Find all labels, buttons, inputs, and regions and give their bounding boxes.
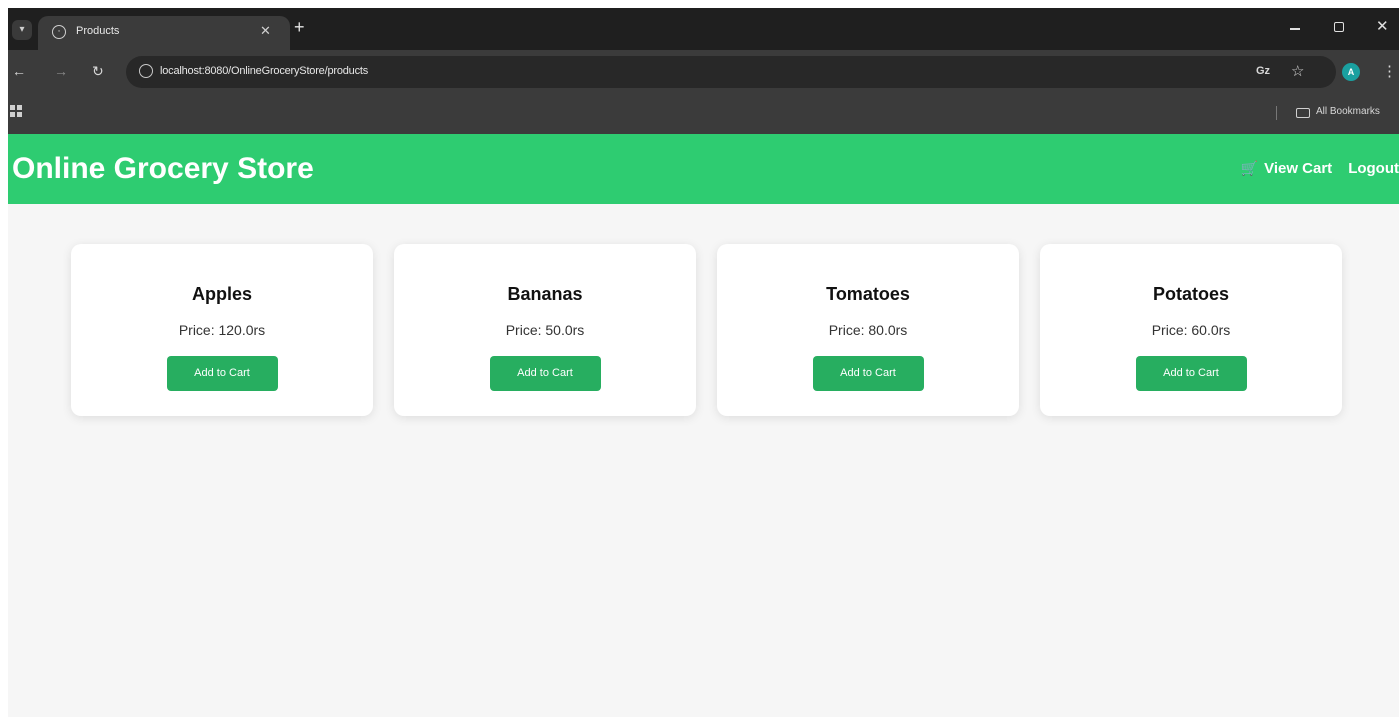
bookmarks-divider: [1276, 106, 1277, 120]
add-to-cart-button[interactable]: Add to Cart: [166, 356, 278, 391]
product-card-apples: Apples Price: 120.0rs Add to Cart: [71, 244, 373, 416]
all-bookmarks-link[interactable]: All Bookmarks: [1316, 106, 1380, 117]
forward-icon[interactable]: →: [54, 63, 68, 79]
translate-icon[interactable]: Gz: [1256, 65, 1270, 77]
screen: ▾ ◦ Products ✕ + ✕ ← → ↻ localhost:8080/…: [8, 8, 1399, 717]
folder-icon: [1296, 108, 1310, 118]
product-card-bananas: Bananas Price: 50.0rs Add to Cart: [394, 244, 696, 416]
back-icon[interactable]: ←: [12, 63, 26, 79]
product-price: Price: 80.0rs: [828, 322, 908, 338]
new-tab-icon[interactable]: +: [294, 17, 305, 37]
bookmark-star-icon[interactable]: ☆: [1291, 62, 1304, 80]
minimize-icon[interactable]: [1290, 28, 1300, 30]
product-grid: Apples Price: 120.0rs Add to Cart Banana…: [71, 244, 1363, 416]
product-card-potatoes: Potatoes Price: 60.0rs Add to Cart: [1040, 244, 1342, 416]
tab-title: Products: [76, 25, 120, 37]
product-name: Tomatoes: [826, 284, 910, 304]
site-title: Online Grocery Store: [12, 152, 314, 185]
tab-search-icon[interactable]: ▾: [12, 20, 32, 40]
bookmarks-bar: All Bookmarks: [8, 94, 1399, 134]
tab-strip: ▾ ◦ Products ✕ + ✕: [8, 8, 1399, 50]
add-to-cart-button[interactable]: Add to Cart: [489, 356, 601, 391]
page-content: Online Grocery Store 🛒 View Cart Logout …: [8, 134, 1399, 717]
logout-link[interactable]: Logout: [1348, 160, 1399, 177]
site-header: Online Grocery Store 🛒 View Cart Logout: [8, 134, 1399, 204]
product-price: Price: 120.0rs: [178, 322, 266, 338]
product-name: Bananas: [507, 284, 583, 304]
site-info-icon[interactable]: [139, 64, 153, 78]
menu-icon[interactable]: ⋮: [1382, 62, 1397, 80]
product-price: Price: 50.0rs: [505, 322, 585, 338]
product-price: Price: 60.0rs: [1151, 322, 1231, 338]
close-window-icon[interactable]: ✕: [1376, 17, 1389, 35]
globe-icon: ◦: [52, 25, 66, 39]
view-cart-link[interactable]: 🛒 View Cart: [1241, 160, 1333, 177]
product-name: Apples: [191, 284, 252, 304]
url-text: localhost:8080/OnlineGroceryStore/produc…: [160, 65, 369, 77]
view-cart-label: View Cart: [1264, 160, 1333, 177]
add-to-cart-button[interactable]: Add to Cart: [1135, 356, 1247, 391]
browser-toolbar: ← → ↻ localhost:8080/OnlineGroceryStore/…: [8, 50, 1399, 94]
product-card-tomatoes: Tomatoes Price: 80.0rs Add to Cart: [717, 244, 1019, 416]
tab-products[interactable]: ◦ Products ✕: [38, 16, 290, 50]
reload-icon[interactable]: ↻: [92, 63, 104, 79]
apps-grid-icon[interactable]: [10, 105, 22, 117]
restore-icon[interactable]: [1334, 22, 1344, 32]
cart-icon: 🛒: [1240, 160, 1259, 176]
product-name: Potatoes: [1152, 284, 1230, 304]
profile-avatar[interactable]: A: [1342, 63, 1360, 81]
address-bar[interactable]: localhost:8080/OnlineGroceryStore/produc…: [126, 56, 1336, 88]
add-to-cart-button[interactable]: Add to Cart: [812, 356, 924, 391]
header-nav: 🛒 View Cart Logout: [1241, 160, 1399, 177]
tab-close-icon[interactable]: ✕: [260, 23, 271, 39]
